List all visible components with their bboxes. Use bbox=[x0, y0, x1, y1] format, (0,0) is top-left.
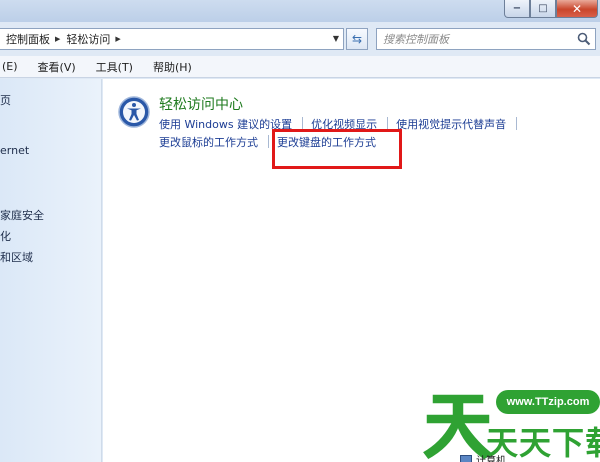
refresh-button[interactable]: ⇆ bbox=[346, 28, 368, 50]
address-row: 控制面板 ▶ 轻松访问 ▶ ▼ ⇆ bbox=[0, 24, 600, 54]
watermark-url: www.TTzip.com bbox=[496, 390, 600, 414]
nav-item-home[interactable]: 页 bbox=[0, 92, 11, 108]
ease-of-access-icon[interactable] bbox=[118, 96, 150, 128]
menu-tools[interactable]: 工具(T) bbox=[92, 59, 137, 75]
link-separator bbox=[516, 117, 518, 130]
close-button[interactable]: ✕ bbox=[556, 0, 598, 18]
computer-icon bbox=[460, 454, 472, 462]
breadcrumb-control-panel[interactable]: 控制面板 ▶ bbox=[0, 31, 60, 47]
navigation-pane: 页 ernet 家庭安全 化 和区域 bbox=[0, 79, 102, 462]
search-input[interactable] bbox=[377, 29, 567, 49]
link-separator bbox=[268, 135, 269, 148]
nav-item-family-safety[interactable]: 家庭安全 bbox=[0, 207, 44, 223]
link-visual-alternatives-for-sounds[interactable]: 使用视觉提示代替声音 bbox=[396, 116, 508, 132]
address-dropdown-icon[interactable]: ▼ bbox=[333, 34, 339, 43]
link-change-mouse[interactable]: 更改鼠标的工作方式 bbox=[159, 134, 260, 150]
menu-help[interactable]: 帮助(H) bbox=[149, 59, 196, 75]
computer-item[interactable]: 计算机 bbox=[460, 452, 506, 462]
category-title[interactable]: 轻松访问中心 bbox=[159, 94, 243, 114]
breadcrumb-label: 轻松访问 bbox=[66, 33, 111, 46]
highlight-annotation-box bbox=[272, 129, 402, 169]
menu-bar: (E) 查看(V) 工具(T) 帮助(H) bbox=[0, 56, 600, 78]
maximize-button[interactable]: □ bbox=[530, 0, 556, 18]
watermark: www.TTzip.com 天天下载 bbox=[418, 384, 600, 462]
breadcrumb-label: 控制面板 bbox=[6, 33, 50, 46]
title-bar: − □ ✕ bbox=[0, 0, 600, 22]
menu-edit[interactable]: (E) bbox=[0, 60, 22, 73]
nav-item-appearance[interactable]: 化 bbox=[0, 228, 11, 244]
search-box[interactable] bbox=[376, 28, 596, 50]
address-bar[interactable]: 控制面板 ▶ 轻松访问 ▶ ▼ bbox=[0, 28, 344, 50]
breadcrumb-ease-of-access[interactable]: 轻松访问 ▶ bbox=[60, 31, 120, 47]
computer-label: 计算机 bbox=[476, 456, 506, 462]
nav-item-network-internet[interactable]: ernet bbox=[0, 144, 29, 157]
breadcrumb-arrow-icon[interactable]: ▶ bbox=[115, 35, 120, 43]
minimize-button[interactable]: − bbox=[504, 0, 530, 18]
caption-buttons: − □ ✕ bbox=[504, 0, 598, 18]
menu-view[interactable]: 查看(V) bbox=[34, 59, 80, 75]
nav-item-region[interactable]: 和区域 bbox=[0, 249, 33, 265]
refresh-icon: ⇆ bbox=[351, 32, 363, 46]
search-icon[interactable] bbox=[577, 32, 591, 46]
